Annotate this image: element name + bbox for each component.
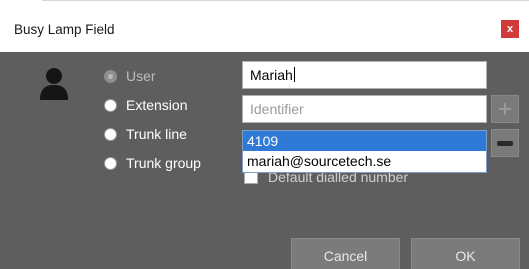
dialog-title: Busy Lamp Field [14,22,115,37]
autocomplete-list: 4109 mariah@sourcetech.se [242,130,487,173]
radio-extension-button[interactable] [104,98,117,112]
radio-trunk-group-button[interactable] [104,156,117,170]
minus-icon [497,141,513,146]
plus-icon-stroke [504,103,506,115]
radio-trunk-group[interactable]: Trunk group [104,153,201,173]
user-icon [40,68,68,100]
cancel-button[interactable]: Cancel [291,238,400,269]
radio-user-label: User [126,68,156,84]
radio-extension[interactable]: Extension [104,95,187,115]
radio-trunk-group-label: Trunk group [126,155,201,171]
autocomplete-item[interactable]: mariah@sourcetech.se [243,151,486,171]
window-edge [42,0,529,4]
radio-trunk-line-label: Trunk line [126,126,187,142]
titlebar: Busy Lamp Field x [0,12,529,50]
name-input[interactable]: Mariah [242,61,487,89]
radio-user-button[interactable] [104,69,117,83]
radio-trunk-line[interactable]: Trunk line [104,124,187,144]
remove-button[interactable] [491,129,519,157]
busy-lamp-field-dialog: Busy Lamp Field x User Extension Trunk l… [0,0,529,269]
close-button[interactable]: x [501,20,519,38]
text-caret [293,67,295,82]
ok-button[interactable]: OK [411,238,520,269]
identifier-input[interactable]: Identifier [242,95,487,123]
radio-user[interactable]: User [104,66,156,86]
add-button[interactable] [491,95,519,123]
autocomplete-item[interactable]: 4109 [243,131,486,151]
radio-extension-label: Extension [126,97,188,113]
radio-trunk-line-button[interactable] [104,127,117,141]
name-input-value: Mariah [250,67,293,83]
